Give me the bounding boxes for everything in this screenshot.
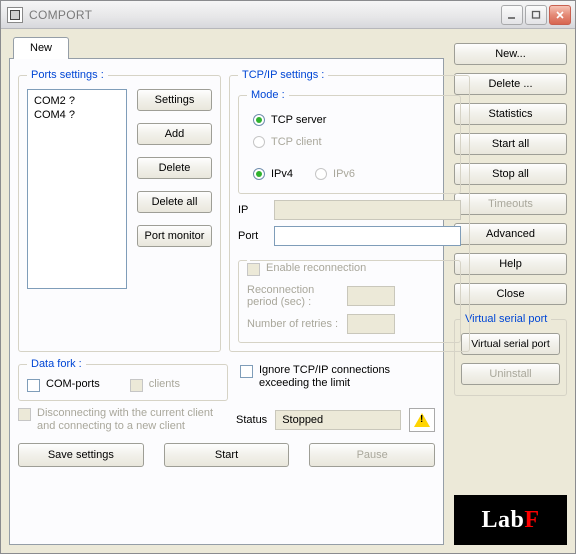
delete-all-button[interactable]: Delete all xyxy=(137,191,212,213)
ip-label: IP xyxy=(238,204,266,216)
status-field: Stopped xyxy=(275,410,401,430)
enable-reconnection-label: Enable reconnection xyxy=(266,262,366,275)
com-ports-label: COM-ports xyxy=(46,378,100,391)
ip-field xyxy=(274,200,461,220)
vsp-legend: Virtual serial port xyxy=(461,313,551,325)
start-button[interactable]: Start xyxy=(164,443,290,467)
close-button[interactable]: Close xyxy=(454,283,567,305)
tcpip-legend: TCP/IP settings : xyxy=(238,69,328,81)
port-label: Port xyxy=(238,230,266,242)
window-buttons xyxy=(501,5,571,25)
stop-all-button[interactable]: Stop all xyxy=(454,163,567,185)
ignore-tcp-label: Ignore TCP/IP connections exceeding the … xyxy=(259,364,399,390)
tcp-client-radio xyxy=(253,136,265,148)
sidebar: New... Delete ... Statistics Start all S… xyxy=(454,37,567,545)
timeouts-button: Timeouts xyxy=(454,193,567,215)
reconn-period-label: Reconnection period (sec) : xyxy=(247,284,339,308)
disconnect-checkbox xyxy=(18,408,31,421)
disconnect-note: Disconnecting with the current client an… xyxy=(37,407,217,433)
app-icon xyxy=(7,7,23,23)
delete-button[interactable]: Delete xyxy=(137,157,212,179)
ipv4-radio[interactable] xyxy=(253,168,265,180)
clients-checkbox xyxy=(130,379,143,392)
save-settings-button[interactable]: Save settings xyxy=(18,443,144,467)
delete-profile-button[interactable]: Delete ... xyxy=(454,73,567,95)
ipv4-label: IPv4 xyxy=(271,168,293,180)
status-label: Status xyxy=(236,414,267,426)
reconn-period-field xyxy=(347,286,395,306)
statistics-button[interactable]: Statistics xyxy=(454,103,567,125)
app-window: COMPORT New Ports setting xyxy=(0,0,576,554)
close-window-button[interactable] xyxy=(549,5,571,25)
pause-button: Pause xyxy=(309,443,435,467)
advanced-button[interactable]: Advanced xyxy=(454,223,567,245)
add-button[interactable]: Add xyxy=(137,123,212,145)
clients-label: clients xyxy=(149,378,180,391)
tcp-server-label: TCP server xyxy=(271,114,326,126)
warning-icon xyxy=(409,408,435,432)
tcp-client-label: TCP client xyxy=(271,136,322,148)
tcpip-settings-group: TCP/IP settings : Mode : TCP server xyxy=(229,69,470,352)
ports-settings-legend: Ports settings : xyxy=(27,69,108,81)
labf-logo: LabF xyxy=(454,495,567,545)
virtual-serial-port-group: Virtual serial port Virtual serial port … xyxy=(454,313,567,396)
uninstall-button: Uninstall xyxy=(461,363,560,385)
port-monitor-button[interactable]: Port monitor xyxy=(137,225,212,247)
maximize-button[interactable] xyxy=(525,5,547,25)
virtual-serial-port-button[interactable]: Virtual serial port xyxy=(461,333,560,355)
logo-lab: Lab xyxy=(481,507,524,534)
retries-label: Number of retries : xyxy=(247,318,339,330)
ignore-tcp-checkbox[interactable] xyxy=(240,365,253,378)
reconnection-group: . Enable reconnection Reconnection perio… xyxy=(238,254,461,343)
start-all-button[interactable]: Start all xyxy=(454,133,567,155)
window-title: COMPORT xyxy=(29,8,501,22)
port-field[interactable] xyxy=(274,226,461,246)
retries-field xyxy=(347,314,395,334)
data-fork-legend: Data fork : xyxy=(27,358,86,370)
ipv6-radio xyxy=(315,168,327,180)
mode-group: Mode : TCP server TCP client xyxy=(238,89,461,194)
logo-f: F xyxy=(524,507,539,534)
tab-new[interactable]: New xyxy=(13,37,69,59)
titlebar: COMPORT xyxy=(1,1,575,29)
main-panel: New Ports settings : COM2 ? COM4 ? xyxy=(9,37,444,545)
list-item[interactable]: COM4 ? xyxy=(34,108,120,122)
status-value: Stopped xyxy=(282,414,323,426)
new-button[interactable]: New... xyxy=(454,43,567,65)
client-area: New Ports settings : COM2 ? COM4 ? xyxy=(1,29,575,553)
help-button[interactable]: Help xyxy=(454,253,567,275)
settings-button[interactable]: Settings xyxy=(137,89,212,111)
minimize-button[interactable] xyxy=(501,5,523,25)
enable-reconnection-checkbox xyxy=(247,263,260,276)
mode-legend: Mode : xyxy=(247,89,289,101)
ports-listbox[interactable]: COM2 ? COM4 ? xyxy=(27,89,127,289)
list-item[interactable]: COM2 ? xyxy=(34,94,120,108)
com-ports-checkbox[interactable] xyxy=(27,379,40,392)
tcp-server-radio[interactable] xyxy=(253,114,265,126)
ports-settings-group: Ports settings : COM2 ? COM4 ? Settings … xyxy=(18,69,221,352)
data-fork-group: Data fork : COM-ports clients xyxy=(18,358,228,401)
ipv6-label: IPv6 xyxy=(333,168,355,180)
tab-panel: Ports settings : COM2 ? COM4 ? Settings … xyxy=(9,58,444,545)
